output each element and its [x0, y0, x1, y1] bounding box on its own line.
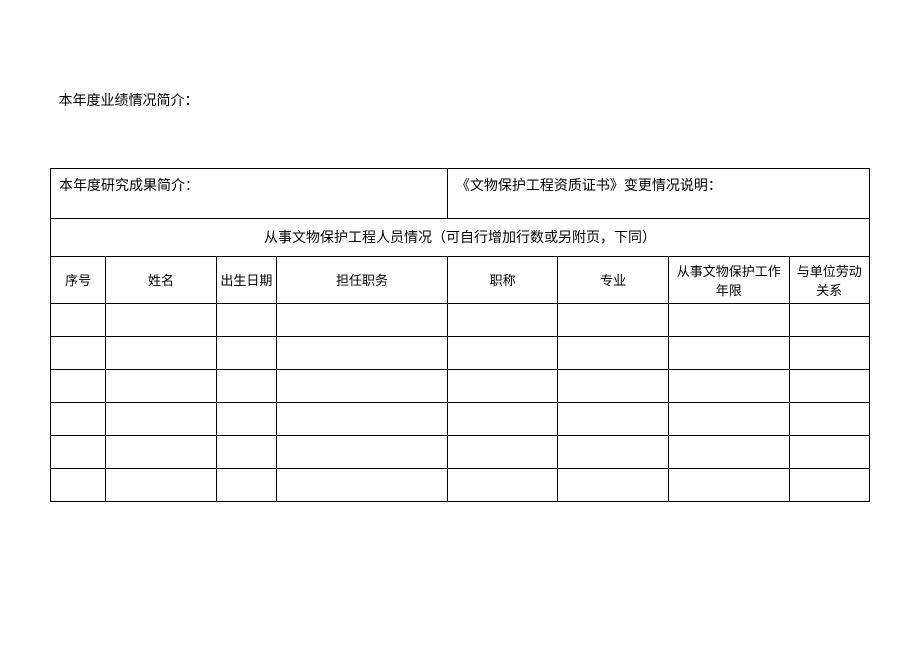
cell-major	[558, 336, 669, 369]
cell-title	[447, 369, 558, 402]
research-intro-label: 本年度研究成果简介：	[59, 179, 199, 194]
header-dob: 出生日期	[216, 256, 276, 303]
cell-years	[668, 336, 789, 369]
cell-dob	[216, 369, 276, 402]
table-row	[51, 435, 870, 468]
cell-name	[106, 369, 217, 402]
cell-duty	[277, 369, 448, 402]
cell-title	[447, 303, 558, 336]
table-header-row: 序号 姓名 出生日期 担任职务 职称 专业 从事文物保护工作年限 与单位劳动关系	[51, 256, 870, 303]
cell-dob	[216, 468, 276, 501]
cell-name	[106, 303, 217, 336]
cell-title	[447, 336, 558, 369]
header-name: 姓名	[106, 256, 217, 303]
personnel-section-label: 从事文物保护工程人员情况（可自行增加行数或另附页，下同）	[264, 231, 656, 246]
table-row	[51, 402, 870, 435]
cell-duty	[277, 402, 448, 435]
header-title: 职称	[447, 256, 558, 303]
form-container: 本年度业绩情况简介： 本年度研究成果简介： 《文物保护工程资质证书》变更情况说明…	[50, 90, 870, 502]
header-relation: 与单位劳动关系	[789, 256, 869, 303]
cell-major	[558, 435, 669, 468]
cell-duty	[277, 336, 448, 369]
cell-duty	[277, 468, 448, 501]
cert-change-cell: 《文物保护工程资质证书》变更情况说明：	[447, 168, 869, 218]
cell-seq	[51, 303, 106, 336]
cell-relation	[789, 402, 869, 435]
cell-major	[558, 303, 669, 336]
cell-years	[668, 369, 789, 402]
cell-relation	[789, 369, 869, 402]
cell-dob	[216, 336, 276, 369]
cell-name	[106, 336, 217, 369]
table-row	[51, 303, 870, 336]
table-row	[51, 336, 870, 369]
cell-major	[558, 402, 669, 435]
personnel-section-row: 从事文物保护工程人员情况（可自行增加行数或另附页，下同）	[51, 218, 870, 256]
table-row	[51, 369, 870, 402]
cell-name	[106, 468, 217, 501]
cell-major	[558, 468, 669, 501]
cell-years	[668, 402, 789, 435]
cell-dob	[216, 435, 276, 468]
cell-dob	[216, 402, 276, 435]
cell-seq	[51, 402, 106, 435]
form-table: 本年度业绩情况简介： 本年度研究成果简介： 《文物保护工程资质证书》变更情况说明…	[50, 90, 870, 502]
table-body	[51, 303, 870, 501]
cell-years	[668, 435, 789, 468]
cell-seq	[51, 336, 106, 369]
performance-intro-row: 本年度业绩情况简介：	[51, 90, 870, 168]
cell-name	[106, 435, 217, 468]
cell-seq	[51, 435, 106, 468]
cell-relation	[789, 435, 869, 468]
split-row: 本年度研究成果简介： 《文物保护工程资质证书》变更情况说明：	[51, 168, 870, 218]
table-row	[51, 468, 870, 501]
performance-intro-cell: 本年度业绩情况简介：	[51, 90, 870, 168]
cert-change-label: 《文物保护工程资质证书》变更情况说明：	[456, 179, 722, 194]
cell-duty	[277, 435, 448, 468]
cell-seq	[51, 369, 106, 402]
cell-major	[558, 369, 669, 402]
cell-name	[106, 402, 217, 435]
cell-relation	[789, 468, 869, 501]
personnel-section-cell: 从事文物保护工程人员情况（可自行增加行数或另附页，下同）	[51, 218, 870, 256]
performance-intro-label: 本年度业绩情况简介：	[59, 94, 199, 109]
header-years: 从事文物保护工作年限	[668, 256, 789, 303]
cell-relation	[789, 336, 869, 369]
cell-title	[447, 402, 558, 435]
header-major: 专业	[558, 256, 669, 303]
header-seq: 序号	[51, 256, 106, 303]
research-intro-cell: 本年度研究成果简介：	[51, 168, 448, 218]
cell-dob	[216, 303, 276, 336]
cell-relation	[789, 303, 869, 336]
cell-title	[447, 468, 558, 501]
cell-duty	[277, 303, 448, 336]
cell-years	[668, 303, 789, 336]
header-duty: 担任职务	[277, 256, 448, 303]
cell-seq	[51, 468, 106, 501]
cell-years	[668, 468, 789, 501]
cell-title	[447, 435, 558, 468]
